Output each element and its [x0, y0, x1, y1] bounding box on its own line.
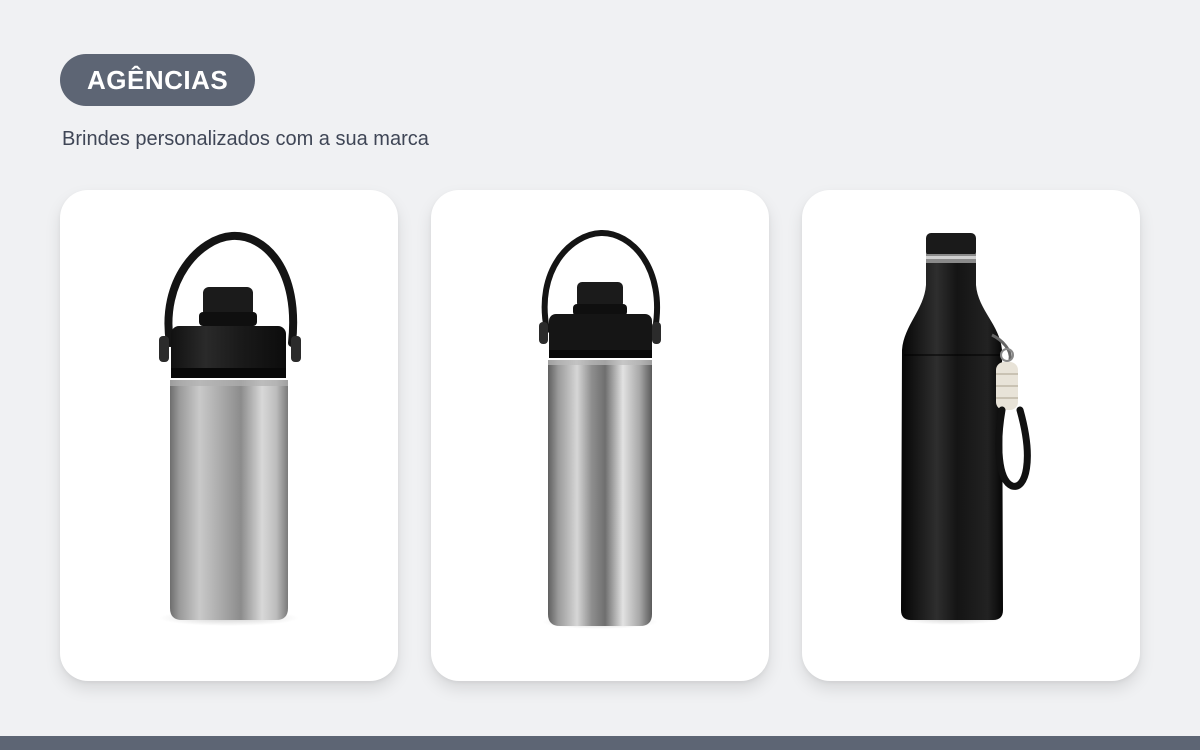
product-card-3[interactable]: [802, 190, 1140, 681]
product-image-slim-steel-bottle: [539, 229, 661, 629]
page: AGÊNCIAS Brindes personalizados com a su…: [0, 0, 1200, 750]
category-badge: AGÊNCIAS: [60, 54, 256, 106]
product-image-black-bottle-cord: [899, 233, 1031, 625]
footer-bar: [0, 736, 1200, 750]
page-subtitle: Brindes personalizados com a sua marca: [62, 128, 429, 150]
product-card-2[interactable]: [431, 190, 769, 681]
product-image-steel-bottle-handle: [159, 231, 301, 626]
product-card-1[interactable]: [60, 190, 398, 681]
